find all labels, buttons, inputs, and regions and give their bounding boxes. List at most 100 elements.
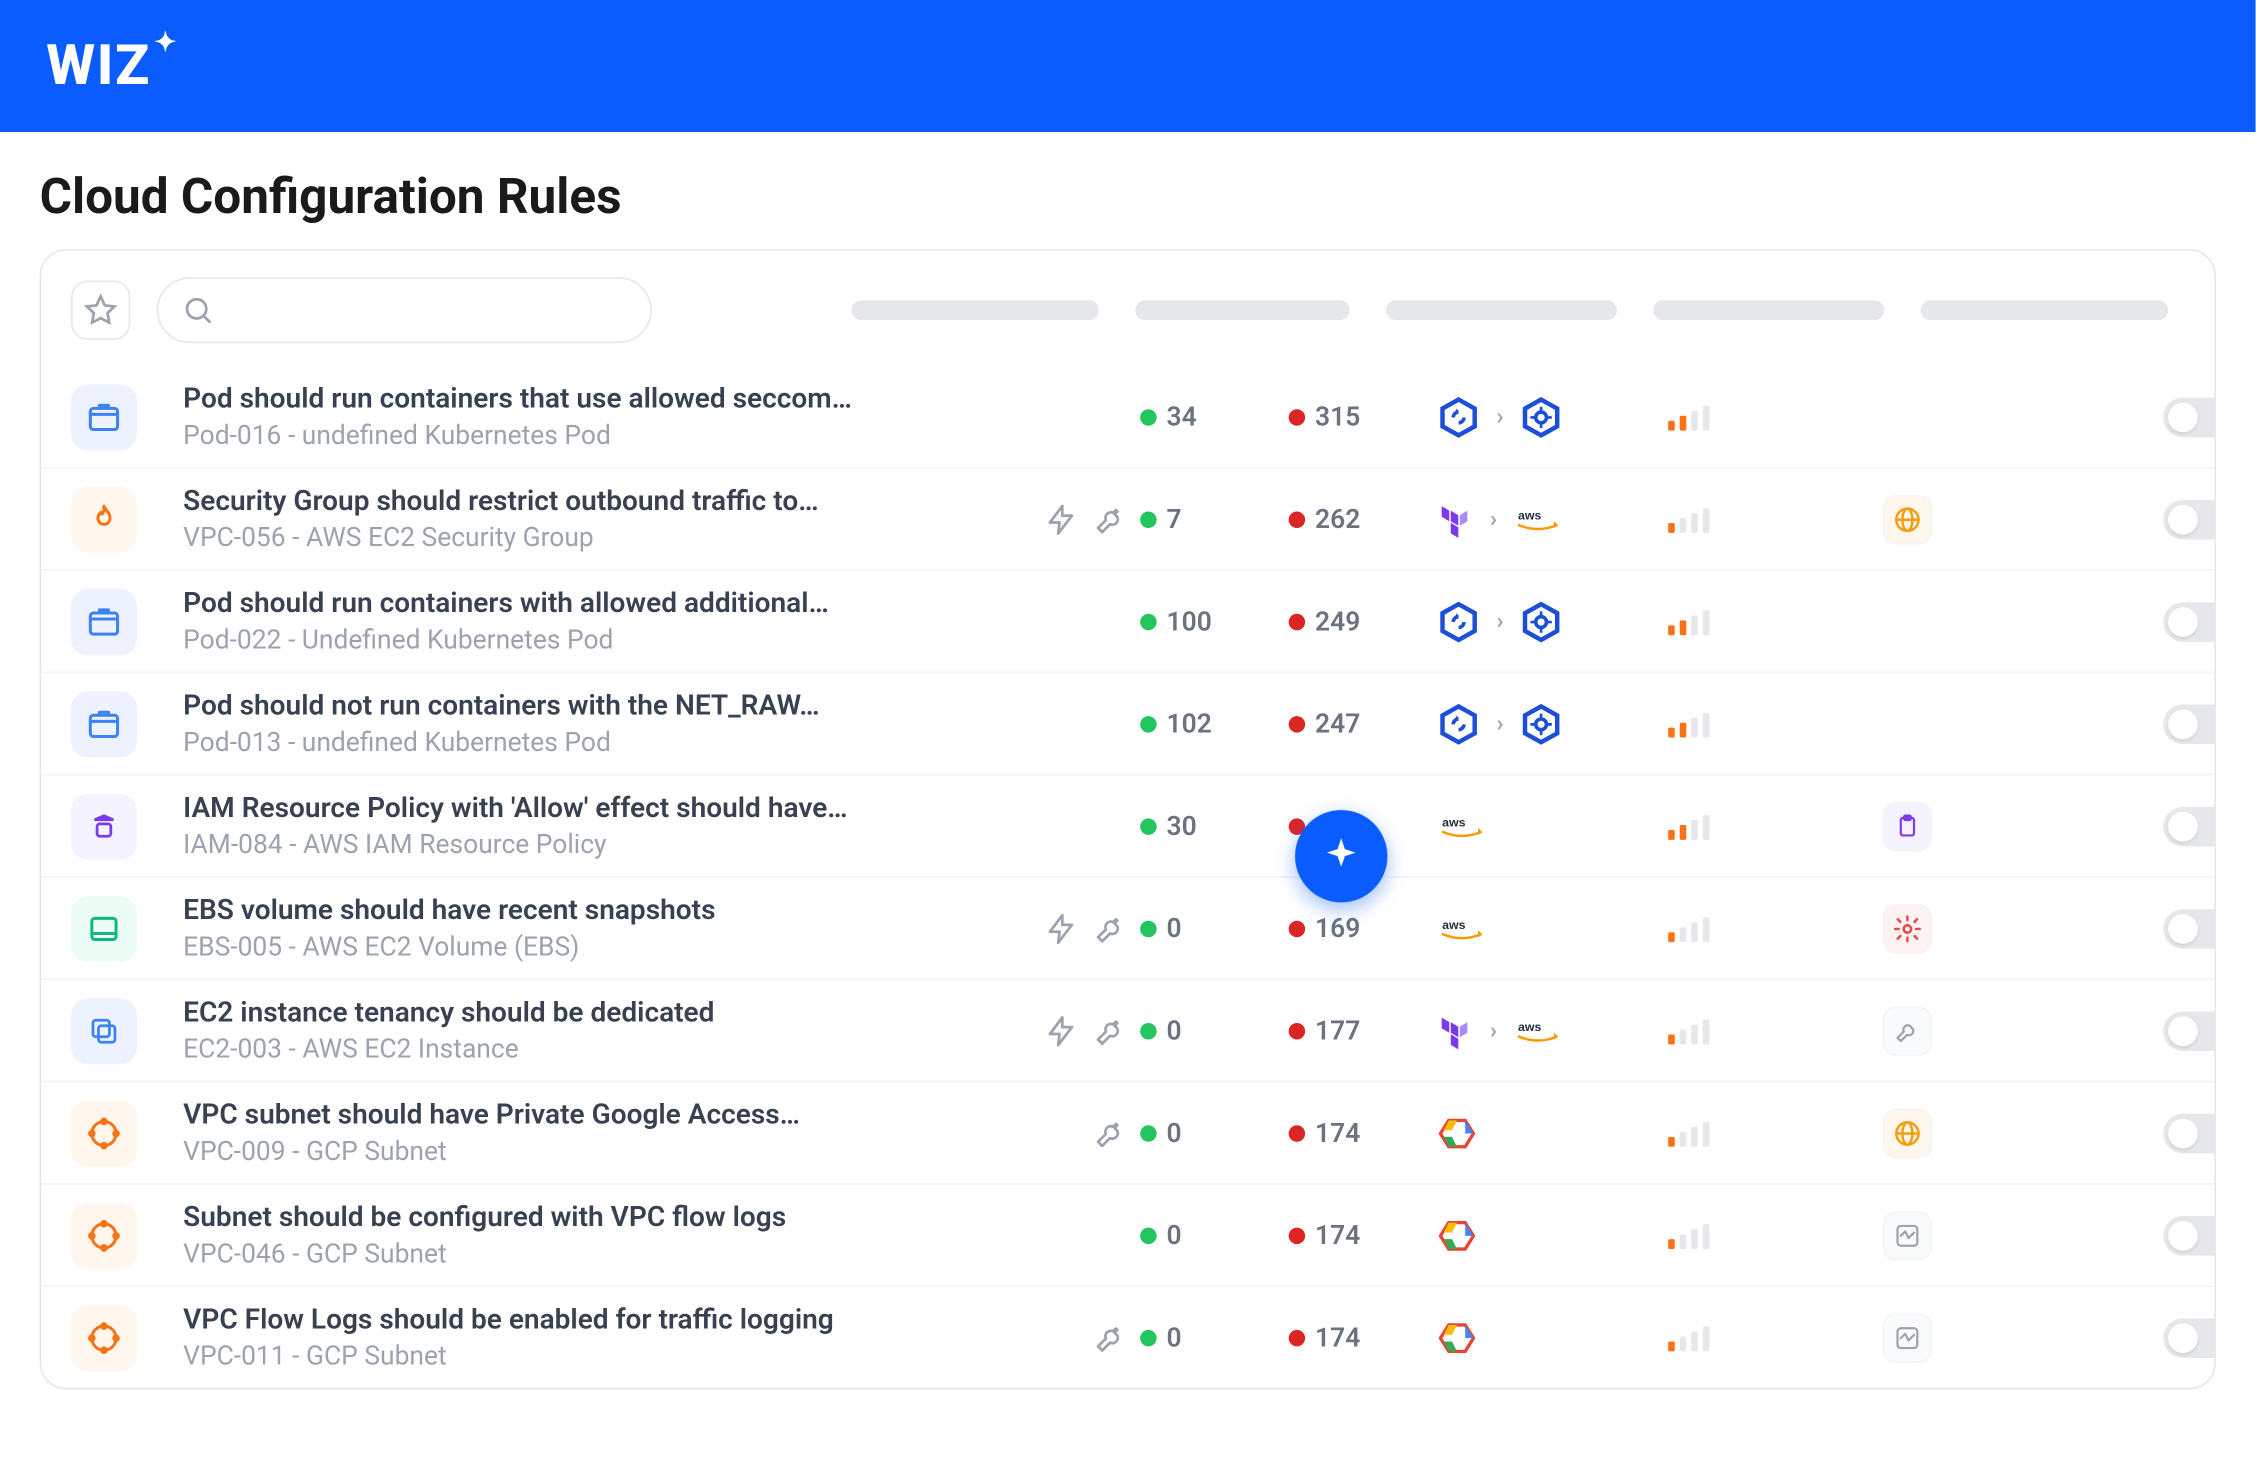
rule-row[interactable]: VPC Flow Logs should be enabled for traf… [41,1285,2214,1387]
enable-toggle[interactable] [2163,601,2216,641]
dot-red-icon [1289,920,1306,937]
enable-toggle[interactable] [2163,1318,2216,1358]
rule-title-cell: EC2 instance tenancy should be dedicated… [183,997,992,1065]
enable-toggle[interactable] [2163,806,2216,846]
row-actions [2031,1011,2216,1051]
rule-category-icon [71,588,137,654]
filter-pill[interactable] [1653,300,1884,320]
filter-pill[interactable] [1135,300,1350,320]
rule-subtitle: VPC-046 - GCP Subnet [183,1238,992,1269]
rule-row[interactable]: Subnet should be configured with VPC flo… [41,1183,2214,1285]
chevron-right-icon: › [1497,403,1504,429]
fail-count: 262 [1289,503,1438,534]
gcp-icon [1437,1318,1477,1358]
severity-bars [1668,1120,1883,1146]
rule-title-cell: Subnet should be configured with VPC flo… [183,1201,992,1269]
svg-text:aws: aws [1518,1019,1541,1033]
dot-green-icon [1140,920,1157,937]
rule-title: EC2 instance tenancy should be dedicated [183,997,942,1030]
wrench-icon [1094,502,1127,535]
rule-row[interactable]: Security Group should restrict outbound … [41,467,2214,569]
svg-text:aws: aws [1442,815,1465,829]
tag-globe-icon [1883,494,1933,544]
enable-toggle[interactable] [2163,499,2216,539]
rule-title: VPC subnet should have Private Google Ac… [183,1099,942,1132]
enable-toggle[interactable] [2163,397,2216,437]
row-actions [2031,806,2216,846]
rule-category-icon [71,1304,137,1370]
assistant-fab[interactable] [1295,810,1387,902]
terraform-icon [1437,1012,1473,1048]
pass-count: 0 [1140,1015,1289,1046]
rule-row[interactable]: EC2 instance tenancy should be dedicated… [41,978,2214,1080]
toolbar [41,271,2214,367]
rule-title: Pod should not run containers with the N… [183,690,942,723]
rule-row[interactable]: EBS volume should have recent snapshots … [41,876,2214,978]
wrench-icon [1094,1321,1127,1354]
rule-category-icon [71,691,137,757]
search-input[interactable] [228,296,627,324]
enable-toggle[interactable] [2163,1215,2216,1255]
dot-red-icon [1289,1124,1306,1141]
filter-pill[interactable] [851,300,1099,320]
k8s-icon [1520,395,1563,438]
rule-row[interactable]: IAM Resource Policy with 'Allow' effect … [41,774,2214,876]
rule-title-cell: Pod should run containers that use allow… [183,383,992,451]
filter-pill[interactable] [1921,300,2168,320]
dot-red-icon [1289,1227,1306,1244]
chevron-right-icon: › [1490,1017,1497,1043]
rule-row[interactable]: Pod should run containers with allowed a… [41,569,2214,671]
severity-bars [1668,710,1883,736]
provider-cell: › [1437,702,1668,745]
provider-cell [1437,1113,1668,1153]
aws-icon: aws [1437,809,1487,842]
rules-panel: Pod should run containers that use allow… [40,249,2216,1389]
dot-red-icon [1289,613,1306,630]
rule-row[interactable]: Pod should run containers that use allow… [41,366,2214,467]
severity-bars [1668,1017,1883,1043]
rule-subtitle: EC2-003 - AWS EC2 Instance [183,1033,992,1064]
terraform-icon [1437,501,1473,537]
rule-category-icon [71,793,137,859]
rule-row[interactable]: Pod should not run containers with the N… [41,672,2214,774]
k8s-icon [1520,600,1563,643]
wrench-icon [1094,1116,1127,1149]
enable-toggle[interactable] [2163,1113,2216,1153]
rule-category-icon [71,997,137,1063]
row-actions [2031,499,2216,539]
fail-count: 177 [1289,1015,1438,1046]
chevron-right-icon: › [1490,506,1497,532]
gcp-icon [1437,1215,1477,1255]
tag-clipboard-icon [1883,801,1933,851]
rule-subtitle: Pod-016 - undefined Kubernetes Pod [183,419,992,450]
filter-pill[interactable] [1386,300,1617,320]
k8s-refresh-icon [1437,395,1480,438]
k8s-refresh-icon [1437,600,1480,643]
dot-green-icon [1140,408,1157,425]
search-field[interactable] [157,277,652,343]
favorite-filter-button[interactable] [71,281,130,340]
page-title: Cloud Configuration Rules [0,132,2256,249]
tag-cell [1883,801,2032,851]
bolt-icon [1044,502,1077,535]
enable-toggle[interactable] [2163,704,2216,744]
pass-count: 30 [1140,810,1289,841]
row-actions [2031,1215,2216,1255]
wrench-icon [1094,912,1127,945]
fail-count: 174 [1289,1117,1438,1148]
tag-cell [1883,1313,2032,1363]
rule-title-cell: EBS volume should have recent snapshots … [183,894,992,962]
pass-count: 7 [1140,503,1289,534]
row-actions [2031,1113,2216,1153]
aws-icon: aws [1513,502,1563,535]
enable-toggle[interactable] [2163,1011,2216,1051]
rule-row[interactable]: VPC subnet should have Private Google Ac… [41,1081,2214,1183]
severity-bars [1668,813,1883,839]
enable-toggle[interactable] [2163,908,2216,948]
dot-red-icon [1289,1022,1306,1038]
aws-icon: aws [1513,1014,1563,1047]
dot-red-icon [1289,408,1306,425]
rule-subtitle: IAM-084 - AWS IAM Resource Policy [183,828,992,859]
pass-count: 34 [1140,401,1289,432]
provider-cell: › aws [1437,1012,1668,1048]
